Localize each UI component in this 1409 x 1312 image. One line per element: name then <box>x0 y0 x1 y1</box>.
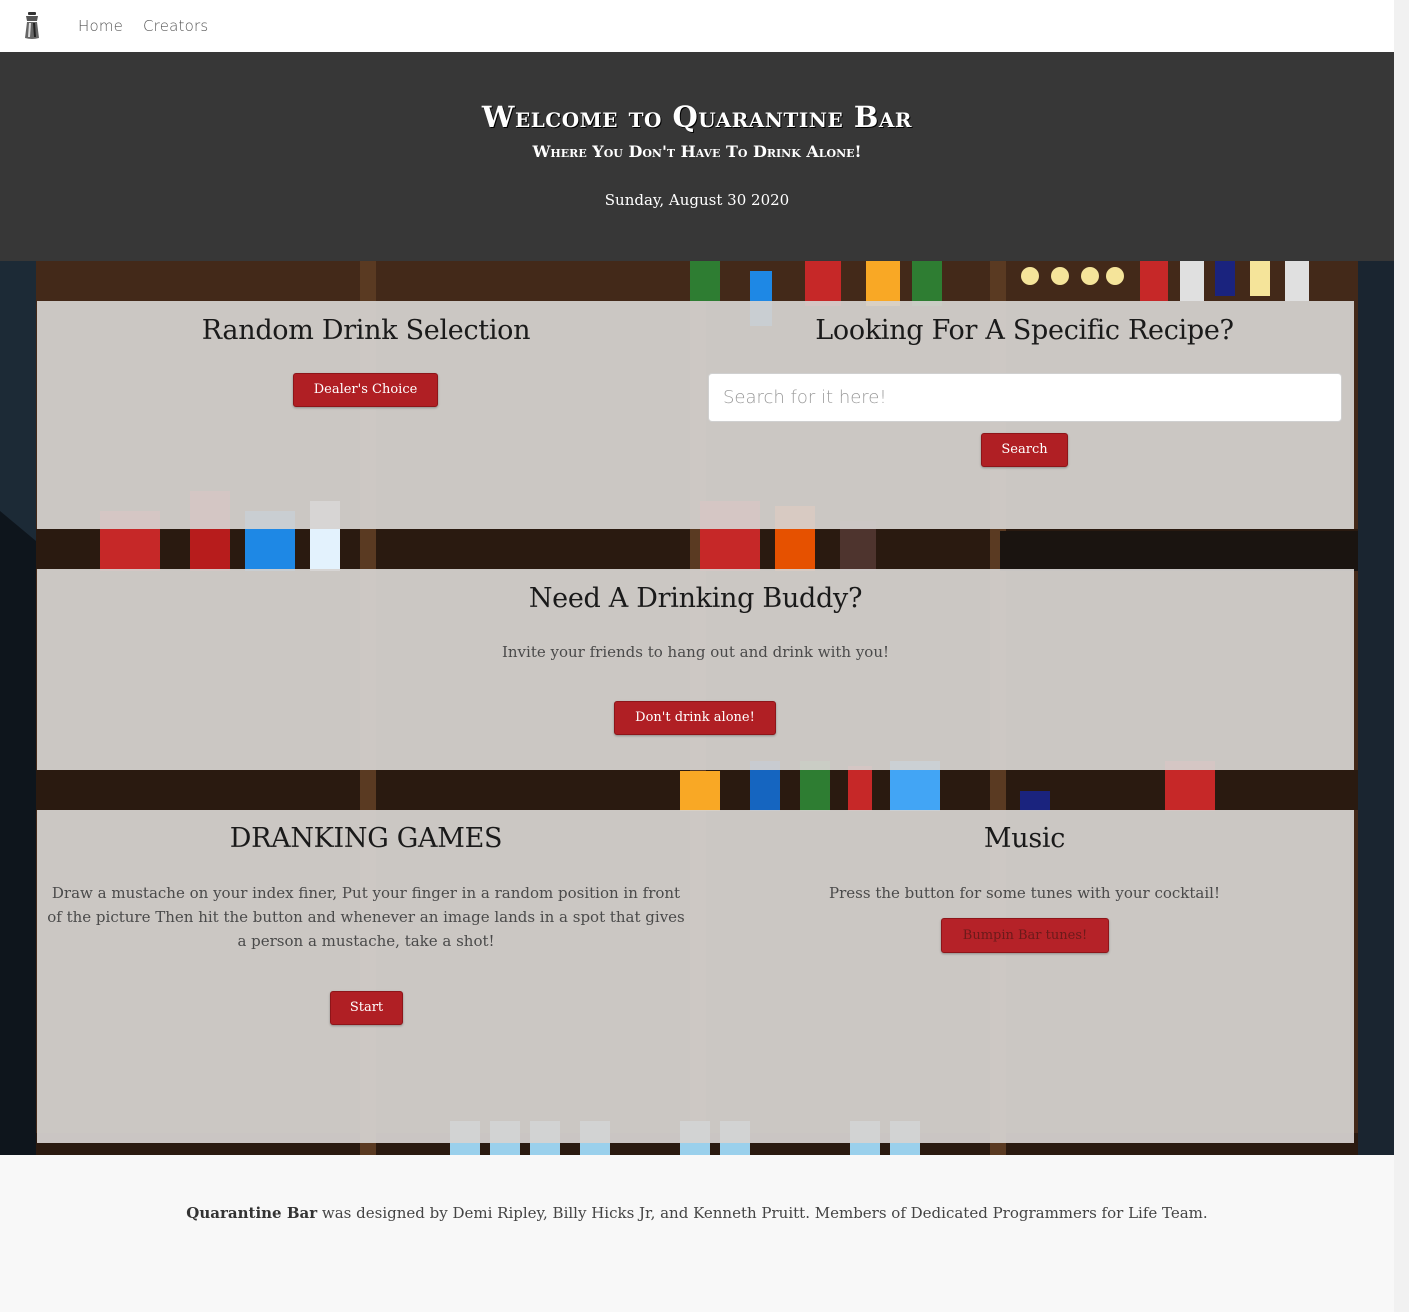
drinking-games-text-line-1: Draw a mustache on your index finer, Put… <box>51 884 681 902</box>
drinking-buddy-text: Invite your friends to hang out and drin… <box>501 643 890 661</box>
dealers-choice-button[interactable]: Dealer's Choice <box>293 373 438 407</box>
footer-brand: Quarantine Bar <box>186 1204 318 1222</box>
recipe-search-heading: Looking For A Specific Recipe? <box>815 315 1234 346</box>
bar-tunes-button[interactable]: Bumpin Bar tunes! <box>941 918 1109 953</box>
bottom-panel <box>37 810 1354 1143</box>
drinking-buddy-heading: Need A Drinking Buddy? <box>528 583 863 614</box>
music-text: Press the button for some tunes with you… <box>829 884 1220 902</box>
footer: Quarantine Bar was designed by Demi Ripl… <box>0 1155 1394 1312</box>
footer-credits: Quarantine Bar was designed by Demi Ripl… <box>0 1204 1394 1222</box>
search-button[interactable]: Search <box>981 433 1068 467</box>
nav-creators-link[interactable]: Creators <box>143 17 208 35</box>
drinking-games-text-line-2: of the picture Then hit the button and w… <box>47 908 685 926</box>
hero-banner: Welcome to Quarantine Bar Where You Don'… <box>0 52 1394 261</box>
start-game-button[interactable]: Start <box>330 991 403 1025</box>
drinking-games-text-line-3: a person a mustache, take a shot! <box>237 932 495 950</box>
dont-drink-alone-button[interactable]: Don't drink alone! <box>614 701 776 735</box>
hero-title: Welcome to Quarantine Bar <box>481 100 913 134</box>
navbar: Home Creators <box>0 0 1394 52</box>
music-heading: Music <box>983 823 1066 854</box>
cocktail-shaker-icon[interactable] <box>22 12 42 40</box>
hero-subtitle: Where You Don't Have To Drink Alone! <box>532 142 862 161</box>
random-drink-heading: Random Drink Selection <box>201 315 531 346</box>
nav-home-link[interactable]: Home <box>78 17 123 35</box>
drinking-games-heading: DRANKING GAMES <box>229 823 503 854</box>
page-scrollbar[interactable] <box>1394 0 1409 1312</box>
recipe-search-input[interactable] <box>708 373 1342 422</box>
footer-credits-text: was designed by Demi Ripley, Billy Hicks… <box>317 1204 1208 1222</box>
current-date: Sunday, August 30 2020 <box>604 191 790 209</box>
